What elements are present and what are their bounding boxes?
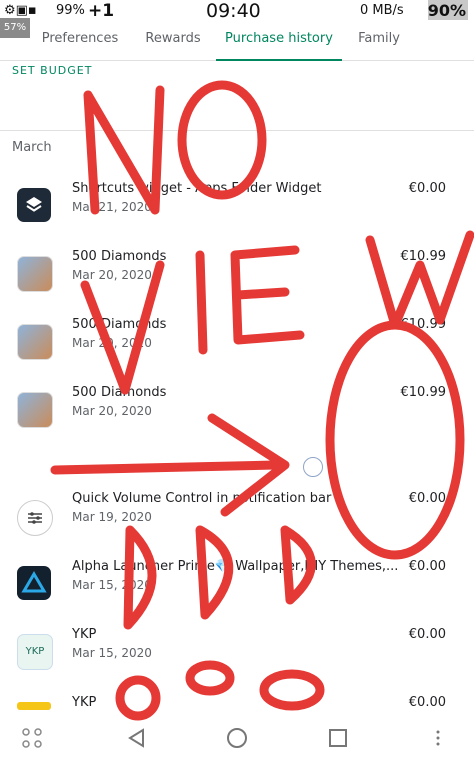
purchase-date: Mar 20, 2020 xyxy=(72,404,152,418)
purchase-name: YKP xyxy=(72,627,97,642)
purchase-price: €0.00 xyxy=(408,181,446,196)
purchase-name: 500 Diamonds xyxy=(72,385,167,400)
more-options-icon[interactable] xyxy=(428,724,448,752)
purchase-row[interactable]: 500 Diamonds Mar 20, 2020 €10.99 xyxy=(0,240,474,308)
back-icon[interactable] xyxy=(123,724,151,752)
purchase-price: €0.00 xyxy=(408,559,446,574)
ykp-yellow-icon xyxy=(17,702,51,710)
network-speed: 0 MB/s xyxy=(360,3,404,18)
purchase-row[interactable]: YKP YKP Mar 15, 2020 €0.00 xyxy=(0,618,474,686)
sliders-icon xyxy=(17,500,53,536)
battery-percent: 90% xyxy=(427,1,466,20)
tab-family[interactable]: Family xyxy=(342,22,416,60)
clock: 09:40 xyxy=(206,0,261,22)
tab-label: Family xyxy=(358,31,400,46)
purchase-price: €0.00 xyxy=(408,627,446,642)
touch-cursor xyxy=(303,457,323,477)
home-icon[interactable] xyxy=(223,724,251,752)
tab-label: Rewards xyxy=(145,31,201,46)
purchase-price: €0.00 xyxy=(408,695,446,710)
section-header-month: March xyxy=(12,140,52,155)
triangle-logo-icon xyxy=(17,566,51,600)
navigation-bar xyxy=(0,716,474,758)
layers-icon xyxy=(17,188,51,222)
divider xyxy=(0,130,474,131)
purchase-price: €10.99 xyxy=(400,249,447,264)
purchase-row[interactable]: Quick Volume Control in notification bar… xyxy=(0,482,474,550)
purchase-name: Shortcuts widget - Apps Folder Widget xyxy=(72,181,322,196)
tab-preferences[interactable]: Preferences xyxy=(30,22,130,60)
purchase-name: Quick Volume Control in notification bar xyxy=(72,491,332,506)
game-character-icon xyxy=(17,392,53,428)
apps-grid-icon[interactable] xyxy=(18,724,46,752)
purchase-price: €10.99 xyxy=(400,385,447,400)
purchase-row[interactable]: YKP €0.00 xyxy=(0,686,474,716)
purchase-date: Mar 19, 2020 xyxy=(72,510,152,524)
purchase-row[interactable]: Shortcuts widget - Apps Folder Widget Ma… xyxy=(0,172,474,240)
purchase-date: Mar 15, 2020 xyxy=(72,578,152,592)
purchase-name: Alpha Launcher Prime💎 Wallpaper,DIY Them… xyxy=(72,559,398,574)
set-budget-button[interactable]: SET BUDGET xyxy=(12,64,92,77)
game-character-icon xyxy=(17,324,53,360)
plus-indicator: +1 xyxy=(88,1,115,21)
purchase-date: Mar 20, 2020 xyxy=(72,268,152,282)
game-character-icon xyxy=(17,256,53,292)
signal-percent: 99% xyxy=(56,3,85,18)
tab-purchase-history[interactable]: Purchase history xyxy=(216,22,342,61)
ykp-icon: YKP xyxy=(17,634,53,670)
purchase-row[interactable]: Alpha Launcher Prime💎 Wallpaper,DIY Them… xyxy=(0,550,474,618)
recents-icon[interactable] xyxy=(324,724,352,752)
status-bar: ⚙▣▪ 99% +1 09:40 0 MB/s 90% xyxy=(0,0,474,22)
purchase-date: Mar 15, 2020 xyxy=(72,646,152,660)
purchase-name: 500 Diamonds xyxy=(72,249,167,264)
purchase-row[interactable]: 500 Diamonds Mar 20, 2020 €10.99 xyxy=(0,308,474,376)
tab-label: Purchase history xyxy=(225,31,333,46)
tab-bar: Preferences Rewards Purchase history Fam… xyxy=(0,22,474,61)
purchase-row[interactable]: 500 Diamonds Mar 20, 2020 €10.99 xyxy=(0,376,474,444)
purchase-date: Mar 21, 2020 xyxy=(72,200,152,214)
purchase-name: 500 Diamonds xyxy=(72,317,167,332)
tab-label: Preferences xyxy=(41,31,119,46)
purchase-name: YKP xyxy=(72,695,97,710)
purchase-price: €0.00 xyxy=(408,491,446,506)
active-tab-indicator xyxy=(216,59,342,61)
tab-rewards[interactable]: Rewards xyxy=(130,22,216,60)
purchase-date: Mar 20, 2020 xyxy=(72,336,152,350)
purchase-price: €10.99 xyxy=(400,317,447,332)
